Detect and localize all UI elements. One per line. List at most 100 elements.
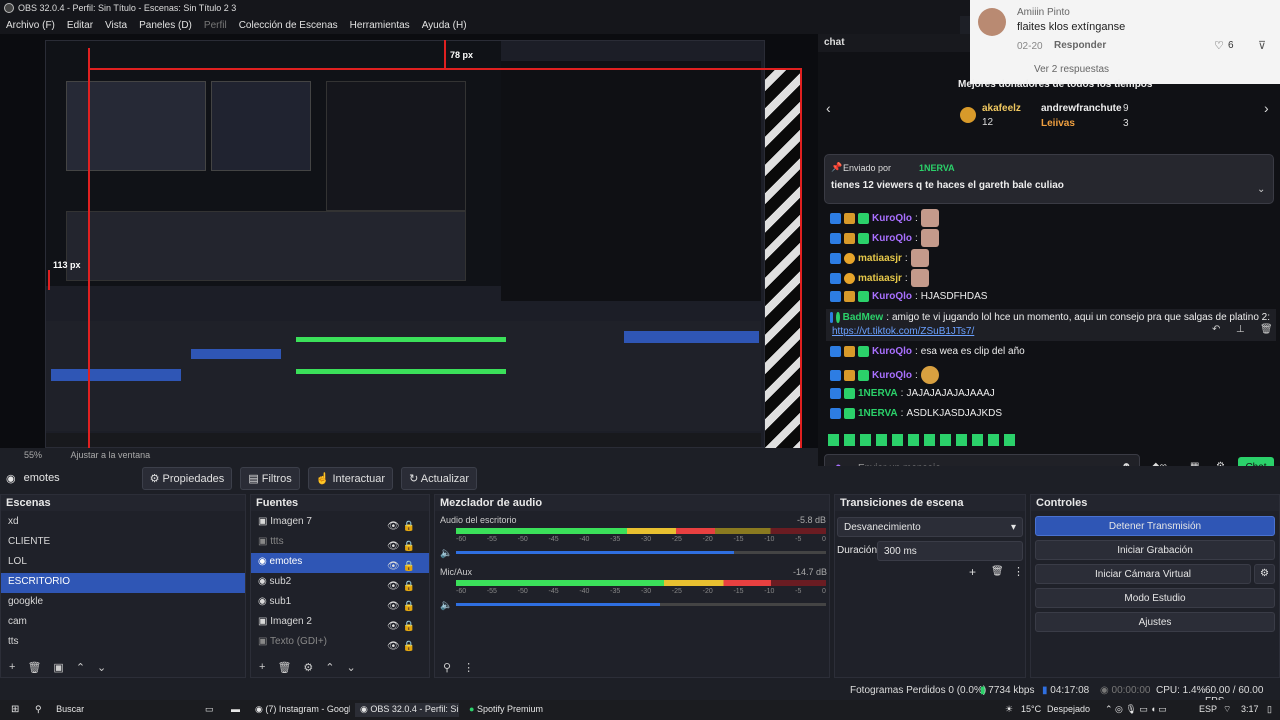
- chevron-right-icon[interactable]: ›: [1264, 100, 1269, 116]
- obs-logo-icon: [4, 3, 14, 13]
- sources-dock: Fuentes ▣ Imagen 7 ▣ ttts ◉ emotes ◉ sub…: [250, 494, 430, 678]
- visibility-icons[interactable]: 👁 🔒 👁 🔒 👁 🔒 👁 🔒 👁 🔒 👁 🔒 👁 🔒: [387, 517, 415, 657]
- scene-item[interactable]: tts: [1, 633, 245, 653]
- menu-coleccion[interactable]: Colección de Escenas: [239, 20, 338, 31]
- trash-icon[interactable]: 🗑: [27, 661, 41, 674]
- add-icon[interactable]: +: [9, 661, 15, 673]
- menu-archivo[interactable]: Archivo (F): [6, 20, 55, 31]
- ig-date: 02-20: [1017, 41, 1043, 52]
- ig-reply-button[interactable]: Responder: [1054, 40, 1106, 51]
- start-recording-button[interactable]: Iniciar Grabación: [1035, 540, 1275, 560]
- delete-icon[interactable]: 🗑: [1260, 324, 1273, 335]
- start-virtual-camera-button[interactable]: Iniciar Cámara Virtual: [1035, 564, 1251, 584]
- donor-1-name: akafeelz: [982, 103, 1021, 114]
- reply-icon[interactable]: ↶: [1212, 324, 1220, 335]
- taskbar-app-obs[interactable]: ◉ OBS 32.0.4 - Perfil: Sin...: [355, 703, 459, 717]
- menu-vista[interactable]: Vista: [105, 20, 127, 31]
- taskbar-app-instagram[interactable]: ◉ (7) Instagram - Googl...: [250, 703, 350, 717]
- channel-1-db: -5.8 dB: [797, 515, 827, 525]
- speaker-icon[interactable]: 🔈: [440, 548, 452, 559]
- trash-icon[interactable]: 🗑: [991, 566, 1004, 577]
- menu-perfil[interactable]: Perfil: [204, 20, 227, 31]
- settings-button[interactable]: Ajustes: [1035, 612, 1275, 632]
- chevron-down-icon[interactable]: ⌄: [97, 661, 106, 674]
- refresh-button[interactable]: ↻ Actualizar: [401, 466, 478, 490]
- current-source-name: emotes: [23, 472, 60, 484]
- add-icon[interactable]: +: [969, 565, 976, 579]
- scene-item-selected[interactable]: ESCRITORIO: [1, 573, 245, 593]
- chevron-left-icon[interactable]: ‹: [826, 100, 831, 116]
- menu-paneles[interactable]: Paneles (D): [139, 20, 192, 31]
- chat-message: 1NERVA: JAJAJAJAJAJAAAJ: [830, 388, 995, 399]
- heart-icon[interactable]: ♡: [1214, 39, 1224, 52]
- ig-user[interactable]: Amiiin Pinto: [1017, 7, 1070, 18]
- interact-button[interactable]: ☝ Interactuar: [307, 466, 394, 490]
- chat-text: JAJAJAJAJAJAAAJ: [906, 388, 995, 399]
- network-icon[interactable]: ⌔: [1218, 703, 1236, 717]
- preview-canvas[interactable]: 78 px 113 px: [0, 34, 818, 448]
- chat-user: KuroQlo: [872, 212, 912, 224]
- instagram-comment-popup: Amiiin Pinto flaites klos extínganse 02-…: [970, 0, 1280, 84]
- transitions-dock: Transiciones de escena Desvanecimiento ▾ …: [834, 494, 1026, 678]
- transitions-title: Transiciones de escena: [835, 495, 1025, 511]
- scene-item[interactable]: LOL: [1, 553, 245, 573]
- zoom-level[interactable]: 55%: [24, 450, 42, 460]
- gear-icon[interactable]: ⚙: [303, 661, 313, 674]
- cpu-usage: CPU: 1.4%: [1156, 685, 1206, 696]
- chevron-down-icon[interactable]: ⌄: [347, 661, 356, 674]
- properties-button[interactable]: ⚙ Propiedades: [141, 466, 233, 490]
- menu-ayuda[interactable]: Ayuda (H): [422, 20, 467, 31]
- taskbar-app-spotify[interactable]: ● Spotify Premium: [464, 703, 554, 717]
- chat-message: KuroQlo:: [830, 209, 939, 227]
- pinned-user: 1NERVA: [919, 163, 955, 173]
- studio-mode-button[interactable]: Modo Estudio: [1035, 588, 1275, 608]
- scene-item[interactable]: googkle: [1, 593, 245, 613]
- gear-icon[interactable]: ⚙: [1254, 564, 1275, 584]
- menu-herramientas[interactable]: Herramientas: [350, 20, 410, 31]
- scene-item[interactable]: CLIENTE: [1, 533, 245, 553]
- donor-2-name: andrewfranchute: [1041, 103, 1122, 114]
- add-icon[interactable]: +: [259, 661, 265, 673]
- emote-image: [910, 249, 929, 267]
- scene-item[interactable]: cam: [1, 613, 245, 633]
- menu-editar[interactable]: Editar: [67, 20, 93, 31]
- ig-more-replies[interactable]: Ver 2 respuestas: [1034, 64, 1109, 75]
- windows-icon[interactable]: ⊞: [6, 703, 24, 717]
- emote-row[interactable]: [828, 434, 1018, 446]
- stop-streaming-button[interactable]: Detener Transmisión: [1035, 516, 1275, 536]
- filter-icon[interactable]: ▣: [53, 661, 63, 674]
- task-view-icon[interactable]: ▭: [200, 703, 219, 717]
- thumbs-down-icon[interactable]: ⊽: [1258, 39, 1266, 52]
- filters-button[interactable]: ▤ Filtros: [240, 466, 300, 490]
- donors-title: Mejores donadores de todos los tiempos: [958, 79, 1153, 90]
- scene-item[interactable]: xd: [1, 513, 245, 533]
- chat-link[interactable]: https://vt.tiktok.com/ZSuB1JTs7/: [832, 326, 974, 337]
- zoom-bar: 55% Ajustar a la ventana: [0, 448, 818, 462]
- more-icon[interactable]: ⋮: [1013, 565, 1024, 578]
- more-icon[interactable]: ⋮: [463, 661, 474, 674]
- sources-title: Fuentes: [251, 495, 429, 511]
- donor-3-name: Leiivas: [1041, 118, 1075, 129]
- folder-icon[interactable]: ▬: [226, 703, 245, 717]
- chat-user: matiaasjr: [858, 272, 902, 284]
- kbps-readout: ▮ 7734 kbps: [980, 685, 1035, 696]
- speaker-icon[interactable]: 🔈: [440, 600, 452, 611]
- fit-window-select[interactable]: Ajustar a la ventana: [71, 450, 151, 460]
- pin-message-icon[interactable]: ⊥: [1236, 324, 1245, 335]
- ig-likes: 6: [1228, 40, 1234, 51]
- duration-spinbox[interactable]: 300 ms: [877, 541, 1023, 561]
- channel-2-volume-fill: [456, 603, 660, 606]
- taskbar-search[interactable]: ⚲ Buscar: [30, 703, 190, 717]
- clock[interactable]: 3:17: [1236, 703, 1264, 717]
- sources-toolbar: + 🗑 ⚙ ⌃ ⌄: [251, 657, 429, 677]
- chevron-down-icon[interactable]: ⌄: [1257, 184, 1265, 195]
- transition-select[interactable]: Desvanecimiento ▾: [837, 517, 1023, 537]
- channel-1-scale: -60 -55 -50 -45 -40 -35 -30 -25 -20 -15 -10 -5 0: [456, 536, 826, 543]
- trash-icon[interactable]: 🗑: [277, 661, 291, 674]
- chevron-up-icon[interactable]: ⌃: [325, 661, 334, 674]
- link-icon[interactable]: ⚲: [443, 661, 451, 674]
- chevron-up-icon[interactable]: ⌃: [76, 661, 85, 674]
- notification-icon[interactable]: ▯: [1262, 703, 1277, 717]
- chat-message: KuroQlo:: [830, 229, 939, 247]
- tray-icons[interactable]: ⌃ ◎ 🎙 ▭ ◖ ▭: [1100, 703, 1172, 717]
